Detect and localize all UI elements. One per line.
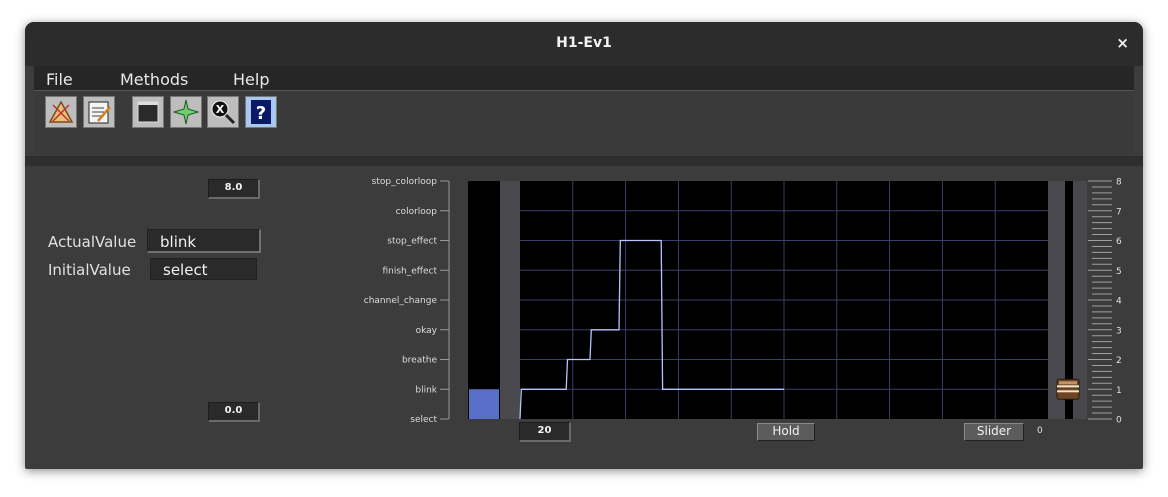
notepad-icon[interactable] — [83, 96, 115, 128]
window-size-box[interactable]: 20 — [519, 422, 571, 442]
svg-text:X: X — [216, 103, 225, 116]
scale-label: 8 — [1116, 178, 1122, 188]
menu-bar: File Methods Help — [34, 66, 1134, 91]
y-tick-label: channel_change — [364, 296, 438, 306]
event-chart: select blink breathe okay channel_change fini… — [364, 177, 1122, 426]
scale-label: 2 — [1116, 356, 1122, 366]
scale-label: 3 — [1116, 326, 1122, 336]
menu-methods[interactable]: Methods — [120, 70, 188, 89]
window-title: H1-Ev1 — [556, 35, 612, 51]
window-icon[interactable] — [132, 96, 164, 128]
slider-thumb[interactable] — [1056, 378, 1080, 400]
y-tick-label: finish_effect — [382, 266, 437, 276]
left-scroll-track[interactable] — [500, 181, 520, 419]
svg-text:?: ? — [256, 103, 266, 124]
scale-label: 4 — [1116, 297, 1122, 307]
scale-label: 7 — [1116, 207, 1122, 217]
scale-label: 0 — [1116, 416, 1122, 426]
star-icon[interactable] — [170, 96, 202, 128]
app-window: H1-Ev1 × File Methods Help X ? 8.0 0.0 A… — [25, 22, 1143, 469]
slider-value: 0 — [1037, 426, 1043, 436]
help-icon[interactable]: ? — [245, 96, 277, 128]
main-panel: 8.0 0.0 ActualValue blink InitialValue s… — [34, 166, 1134, 452]
toolbar: X ? — [34, 91, 1134, 156]
y-tick-label: breathe — [402, 356, 438, 366]
triangle-icon[interactable] — [45, 96, 77, 128]
y-tick-label: select — [410, 415, 437, 425]
scale-label: 6 — [1116, 237, 1122, 247]
level-bar-frame — [468, 181, 500, 419]
menu-file[interactable]: File — [46, 70, 73, 89]
toolbar-separator — [25, 156, 1143, 166]
y-tick-label: blink — [415, 385, 437, 395]
y-tick-label: stop_colorloop — [372, 177, 438, 187]
y-tick-label: stop_effect — [387, 237, 437, 247]
level-bar — [469, 389, 499, 419]
menu-help[interactable]: Help — [233, 70, 269, 89]
scale-label: 1 — [1116, 386, 1122, 396]
y-tick-label: okay — [416, 326, 438, 336]
scale-label: 5 — [1116, 267, 1122, 277]
slider-button[interactable]: Slider — [964, 423, 1024, 441]
hold-button[interactable]: Hold — [757, 423, 815, 441]
title-bar: H1-Ev1 × — [25, 22, 1143, 66]
close-icon[interactable]: × — [1116, 34, 1129, 52]
inspect-icon[interactable]: X — [207, 96, 239, 128]
y-tick-label: colorloop — [396, 207, 438, 217]
